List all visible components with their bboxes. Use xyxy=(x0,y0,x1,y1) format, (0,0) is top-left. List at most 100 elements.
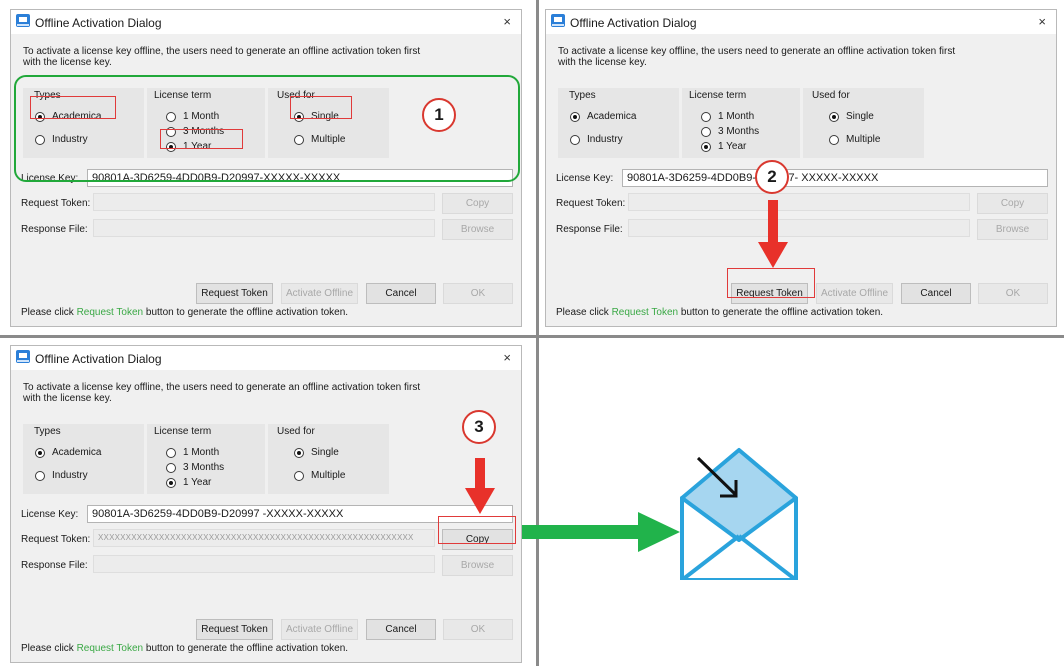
radio-label: 1 Month xyxy=(183,447,220,458)
app-window-icon xyxy=(16,14,30,27)
request-token-button[interactable]: Request Token xyxy=(196,283,273,304)
step-2-badge: 2 xyxy=(755,160,789,194)
step-1-badge: 1 xyxy=(422,98,456,132)
license-key-input[interactable]: 90801A-3D6259-4DD0B9-D20997- XXXXX-XXXXX xyxy=(622,169,1048,187)
browse-button[interactable]: Browse xyxy=(977,219,1048,240)
request-token-label: Request Token: xyxy=(21,198,91,209)
status-prefix: Please click xyxy=(21,307,77,318)
radio-label: 1 Month xyxy=(718,111,755,122)
response-file-field[interactable] xyxy=(628,219,970,237)
response-file-label: Response File: xyxy=(21,560,88,571)
radio-label: Academica xyxy=(52,447,102,458)
title-bar: Offline Activation Dialog × xyxy=(546,10,1056,34)
radio-single[interactable]: Single xyxy=(829,111,874,122)
copy-button[interactable]: Copy xyxy=(442,193,513,214)
radio-1-month[interactable]: 1 Month xyxy=(701,111,754,122)
radio-3-months[interactable]: 3 Months xyxy=(701,126,759,137)
radio-label: Single xyxy=(846,111,874,122)
dialog-title: Offline Activation Dialog xyxy=(35,352,162,366)
radio-indicator xyxy=(166,477,176,488)
cancel-button[interactable]: Cancel xyxy=(366,283,436,304)
request-token-label: Request Token: xyxy=(21,534,91,545)
response-file-label: Response File: xyxy=(556,224,623,235)
types-header: Types xyxy=(34,426,61,437)
request-token-field[interactable] xyxy=(628,193,970,211)
offline-activation-dialog: Offline Activation Dialog × To activate … xyxy=(10,345,522,663)
vertical-divider xyxy=(536,0,539,666)
radio-1-year[interactable]: 1 Year xyxy=(701,141,746,152)
browse-button[interactable]: Browse xyxy=(442,219,513,240)
highlight-copy xyxy=(438,516,516,544)
radio-label: 1 Year xyxy=(183,477,212,488)
title-bar: Offline Activation Dialog × xyxy=(11,346,521,370)
intro-text: To activate a license key offline, the u… xyxy=(558,46,956,68)
cancel-button[interactable]: Cancel xyxy=(901,283,971,304)
radio-label: Multiple xyxy=(846,134,881,145)
copy-button[interactable]: Copy xyxy=(977,193,1048,214)
radio-industry[interactable]: Industry xyxy=(570,134,623,145)
request-token-link[interactable]: Request Token xyxy=(612,307,679,318)
radio-label: Multiple xyxy=(311,470,346,481)
ok-button[interactable]: OK xyxy=(443,619,513,640)
status-suffix: button to generate the offline activatio… xyxy=(143,643,349,654)
radio-indicator xyxy=(701,111,711,122)
highlight-request-token xyxy=(727,268,815,298)
radio-indicator xyxy=(701,141,711,152)
request-token-field[interactable]: XXXXXXXXXXXXXXXXXXXXXXXXXXXXXXXXXXXXXXXX… xyxy=(93,529,435,547)
radio-indicator xyxy=(294,447,304,458)
red-arrow-icon xyxy=(465,458,495,514)
response-file-field[interactable] xyxy=(93,219,435,237)
intro-text: To activate a license key offline, the u… xyxy=(23,46,421,68)
radio-label: 1 Year xyxy=(718,141,747,152)
request-token-link[interactable]: Request Token xyxy=(77,307,144,318)
activate-offline-button[interactable]: Activate Offline xyxy=(281,283,358,304)
browse-button[interactable]: Browse xyxy=(442,555,513,576)
license-term-header: License term xyxy=(154,426,212,437)
request-token-link[interactable]: Request Token xyxy=(77,643,144,654)
radio-multiple[interactable]: Multiple xyxy=(829,134,880,145)
status-message: Please click Request Token button to gen… xyxy=(21,643,348,654)
radio-multiple[interactable]: Multiple xyxy=(294,470,345,481)
title-bar: Offline Activation Dialog × xyxy=(11,10,521,34)
radio-single[interactable]: Single xyxy=(294,447,339,458)
ok-button[interactable]: OK xyxy=(443,283,513,304)
radio-indicator xyxy=(829,134,839,145)
activate-offline-button[interactable]: Activate Offline xyxy=(816,283,893,304)
request-token-field[interactable] xyxy=(93,193,435,211)
used-for-header: Used for xyxy=(812,90,850,101)
close-button[interactable]: × xyxy=(503,350,511,365)
used-for-header: Used for xyxy=(277,426,315,437)
radio-industry[interactable]: Industry xyxy=(35,470,88,481)
green-arrow-icon xyxy=(522,512,680,552)
cancel-button[interactable]: Cancel xyxy=(366,619,436,640)
license-key-label: License Key: xyxy=(556,173,614,184)
radio-label: Industry xyxy=(587,134,623,145)
close-button[interactable]: × xyxy=(503,14,511,29)
radio-indicator xyxy=(829,111,839,122)
radio-1-year[interactable]: 1 Year xyxy=(166,477,211,488)
radio-academica[interactable]: Academica xyxy=(35,447,101,458)
intro-text: To activate a license key offline, the u… xyxy=(23,382,421,404)
status-message: Please click Request Token button to gen… xyxy=(21,307,348,318)
envelope-arrow-icon xyxy=(680,448,798,580)
activate-offline-button[interactable]: Activate Offline xyxy=(281,619,358,640)
request-token-button[interactable]: Request Token xyxy=(196,619,273,640)
radio-indicator xyxy=(701,126,711,137)
radio-1-month[interactable]: 1 Month xyxy=(166,447,219,458)
response-file-field[interactable] xyxy=(93,555,435,573)
step-3-badge: 3 xyxy=(462,410,496,444)
request-token-label: Request Token: xyxy=(556,198,626,209)
ok-button[interactable]: OK xyxy=(978,283,1048,304)
license-key-label: License Key: xyxy=(21,509,79,520)
radio-indicator xyxy=(166,447,176,458)
close-button[interactable]: × xyxy=(1038,14,1046,29)
radio-indicator xyxy=(35,470,45,481)
red-arrow-icon xyxy=(758,200,788,268)
radio-label: Industry xyxy=(52,470,88,481)
status-prefix: Please click xyxy=(556,307,612,318)
radio-academica[interactable]: Academica xyxy=(570,111,636,122)
radio-3-months[interactable]: 3 Months xyxy=(166,462,224,473)
highlight-academica xyxy=(30,96,116,119)
status-suffix: button to generate the offline activatio… xyxy=(143,307,349,318)
highlight-1-year xyxy=(160,129,243,149)
